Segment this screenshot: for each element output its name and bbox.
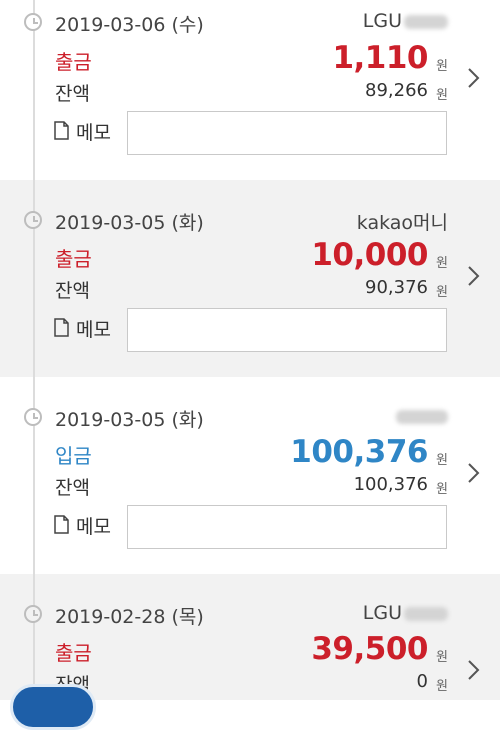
transaction-date: 2019-03-05 (화) bbox=[55, 409, 204, 431]
redacted-text bbox=[404, 14, 448, 29]
clock-icon bbox=[24, 408, 42, 426]
memo-icon bbox=[54, 515, 69, 534]
clock-icon bbox=[24, 605, 42, 623]
currency-unit: 원 bbox=[436, 482, 448, 497]
currency-unit: 원 bbox=[436, 679, 448, 694]
clock-icon bbox=[24, 13, 42, 31]
balance-value: 90,376 bbox=[365, 277, 428, 298]
memo-input[interactable] bbox=[127, 111, 447, 155]
transaction-date: 2019-03-06 (수) bbox=[55, 14, 204, 36]
transaction-entry[interactable]: 2019-03-05 (화) 입금 100,376 원 잔액 100,376 원… bbox=[0, 377, 500, 574]
transaction-date: 2019-03-05 (화) bbox=[55, 212, 204, 234]
balance-label: 잔액 bbox=[55, 477, 90, 499]
transaction-entry[interactable]: 2019-03-05 (화) kakao머니 출금 10,000 원 잔액 90… bbox=[0, 180, 500, 377]
transaction-entry[interactable]: 2019-03-06 (수) LGU 출금 1,110 원 잔액 89,266 … bbox=[0, 0, 500, 180]
currency-unit: 원 bbox=[436, 453, 448, 468]
merchant-name bbox=[396, 405, 448, 427]
memo-icon bbox=[54, 121, 69, 140]
redacted-text bbox=[396, 409, 448, 424]
merchant-name: kakao머니 bbox=[356, 212, 448, 234]
merchant-name: LGU bbox=[363, 10, 448, 32]
transaction-type: 출금 bbox=[55, 247, 92, 271]
transaction-amount: 10,000 bbox=[311, 237, 428, 273]
balance-value: 89,266 bbox=[365, 80, 428, 101]
transaction-amount: 1,110 bbox=[332, 40, 428, 76]
chevron-right-icon[interactable] bbox=[466, 66, 482, 90]
redacted-text bbox=[404, 606, 448, 621]
memo-label: 메모 bbox=[76, 319, 111, 341]
currency-unit: 원 bbox=[436, 650, 448, 665]
balance-value: 100,376 bbox=[353, 474, 428, 495]
balance-value: 0 bbox=[416, 671, 428, 692]
transaction-amount: 100,376 bbox=[290, 434, 428, 470]
currency-unit: 원 bbox=[436, 88, 448, 103]
timeline-line bbox=[33, 0, 35, 700]
transaction-type: 출금 bbox=[55, 641, 92, 665]
chevron-right-icon[interactable] bbox=[466, 461, 482, 485]
transaction-entry[interactable]: 2019-02-28 (목) LGU 출금 39,500 원 잔액 0 원 bbox=[0, 574, 500, 700]
chevron-right-icon[interactable] bbox=[466, 658, 482, 682]
memo-label: 메모 bbox=[76, 516, 111, 538]
transaction-amount: 39,500 bbox=[311, 631, 428, 667]
balance-label: 잔액 bbox=[55, 83, 90, 105]
currency-unit: 원 bbox=[436, 256, 448, 271]
clock-icon bbox=[24, 211, 42, 229]
transaction-type: 출금 bbox=[55, 50, 92, 74]
memo-label: 메모 bbox=[76, 122, 111, 144]
transaction-type: 입금 bbox=[55, 444, 92, 468]
memo-input[interactable] bbox=[127, 308, 447, 352]
chevron-right-icon[interactable] bbox=[466, 264, 482, 288]
memo-input[interactable] bbox=[127, 505, 447, 549]
currency-unit: 원 bbox=[436, 285, 448, 300]
balance-label: 잔액 bbox=[55, 280, 90, 302]
memo-icon bbox=[54, 318, 69, 337]
transaction-date: 2019-02-28 (목) bbox=[55, 606, 204, 628]
currency-unit: 원 bbox=[436, 59, 448, 74]
merchant-name: LGU bbox=[363, 602, 448, 624]
floating-action-button[interactable] bbox=[10, 684, 96, 730]
